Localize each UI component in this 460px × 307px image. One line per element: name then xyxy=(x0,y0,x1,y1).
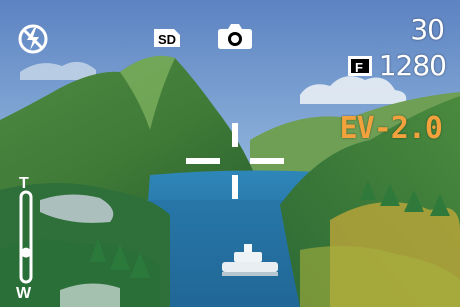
resolution-badge: F xyxy=(355,60,363,75)
flash-off-icon xyxy=(16,22,50,56)
zoom-wide-label: W xyxy=(16,285,32,300)
focus-frame-icon xyxy=(186,123,284,199)
resolution-value: 1280 xyxy=(378,49,447,82)
zoom-position-marker xyxy=(21,247,31,258)
sd-card-label: SD xyxy=(158,32,176,47)
zoom-indicator: T W xyxy=(10,172,44,300)
resolution-indicator: F 1280 xyxy=(347,49,447,82)
camera-icon xyxy=(216,21,254,51)
camera-lcd-screen: SD 30 F 1280 EV-2.0 T W xyxy=(0,0,460,307)
zoom-tele-label: T xyxy=(19,175,29,192)
fine-quality-icon: F xyxy=(347,55,373,77)
shots-remaining: 30 xyxy=(410,13,445,46)
exposure-compensation: EV-2.0 xyxy=(339,111,443,146)
sd-card-icon: SD xyxy=(152,27,182,49)
zoom-track xyxy=(19,190,33,284)
